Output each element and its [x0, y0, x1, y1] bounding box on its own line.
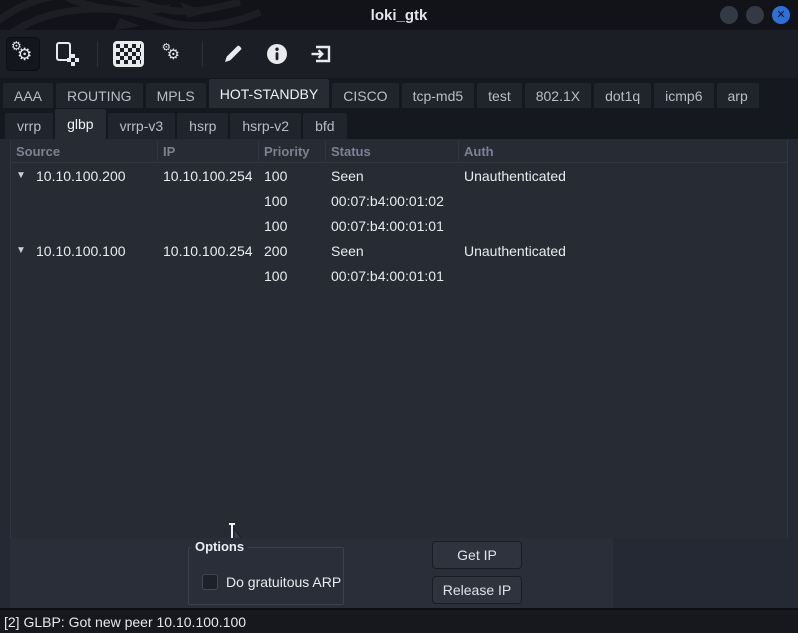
cell-priority: 100 — [259, 163, 326, 188]
kali-dragon-decoration — [0, 0, 320, 30]
cell-ip — [158, 213, 259, 238]
table-row[interactable]: 100 00:07:b4:00:01:02 — [11, 188, 787, 213]
tab-arp[interactable]: arp — [717, 83, 759, 108]
gratuitous-arp-row: Do gratuitous ARP — [202, 574, 341, 590]
app-window: loki_gtk ✕ ⚙ ⚙ ⚙ ⚙ — [0, 0, 798, 633]
tab-vrrp-v3[interactable]: vrrp-v3 — [108, 113, 176, 139]
expander-icon[interactable]: ▼ — [15, 245, 27, 256]
toolbar: ⚙ ⚙ ⚙ ⚙ — [0, 30, 798, 78]
cell-priority: 100 — [259, 263, 326, 288]
tab-8021x[interactable]: 802.1X — [525, 83, 591, 108]
cell-priority: 100 — [259, 213, 326, 238]
release-ip-button[interactable]: Release IP — [432, 576, 522, 604]
tab-vrrp[interactable]: vrrp — [5, 113, 53, 139]
gratuitous-arp-label: Do gratuitous ARP — [226, 574, 341, 590]
tab-glbp[interactable]: glbp — [55, 109, 105, 139]
options-frame-label: Options — [191, 539, 248, 554]
cell-auth — [459, 263, 787, 288]
bottom-panel-inner: Options Do gratuitous ARP Get IP Release… — [10, 538, 613, 608]
column-header-priority[interactable]: Priority — [259, 140, 326, 162]
cell-source: 10.10.100.100 — [36, 243, 126, 259]
cell-ip — [158, 188, 259, 213]
about-button[interactable] — [260, 37, 294, 71]
tab-bfd[interactable]: bfd — [303, 113, 346, 139]
tab-test[interactable]: test — [477, 83, 522, 108]
table-header: Source IP Priority Status Auth — [11, 140, 787, 163]
glbp-page: Source IP Priority Status Auth ▼ 10.10.1… — [0, 139, 798, 538]
window-controls: ✕ — [720, 0, 790, 30]
toolbar-separator — [202, 41, 203, 67]
cell-status: Seen — [326, 238, 459, 263]
cell-ip: 10.10.100.254 — [158, 163, 259, 188]
tab-hsrp-v2[interactable]: hsrp-v2 — [230, 113, 301, 139]
cell-ip: 10.10.100.254 — [158, 238, 259, 263]
bottom-panel: Options Do gratuitous ARP Get IP Release… — [0, 538, 798, 608]
gears-icon: ⚙ ⚙ — [161, 43, 183, 65]
cell-status: 00:07:b4:00:01:01 — [326, 263, 459, 288]
table-row[interactable]: 100 00:07:b4:00:01:01 — [11, 263, 787, 288]
cell-auth — [459, 188, 787, 213]
titlebar[interactable]: loki_gtk ✕ — [0, 0, 798, 30]
tab-aaa[interactable]: AAA — [3, 83, 53, 108]
copy-button[interactable] — [50, 37, 84, 71]
gears-icon: ⚙ ⚙ — [10, 41, 36, 67]
cell-auth: Unauthenticated — [459, 163, 787, 188]
tab-cisco[interactable]: CISCO — [332, 83, 398, 108]
cell-status: 00:07:b4:00:01:02 — [326, 188, 459, 213]
run-button[interactable]: ⚙ ⚙ — [6, 37, 40, 71]
column-header-auth[interactable]: Auth — [459, 140, 787, 162]
table-row[interactable]: ▼ 10.10.100.200 10.10.100.254 100 Seen U… — [11, 163, 787, 188]
cell-status: Seen — [326, 163, 459, 188]
cell-priority: 100 — [259, 188, 326, 213]
cell-status: 00:07:b4:00:01:01 — [326, 213, 459, 238]
get-ip-button[interactable]: Get IP — [432, 541, 522, 569]
column-header-ip[interactable]: IP — [158, 140, 259, 162]
cell-source: 10.10.100.200 — [36, 168, 126, 184]
pencil-icon — [221, 42, 245, 66]
statusbar-message: [2] GLBP: Got new peer 10.10.100.100 — [4, 614, 246, 630]
expander-icon[interactable]: ▼ — [15, 170, 27, 181]
tab-hot-standby[interactable]: HOT-STANDBY — [209, 79, 330, 108]
column-header-source[interactable]: Source — [11, 140, 158, 162]
toolbar-separator — [97, 41, 98, 67]
close-button[interactable]: ✕ — [772, 6, 790, 24]
ip-action-buttons: Get IP Release IP — [432, 541, 522, 604]
hot-standby-tabbar: vrrp glbp vrrp-v3 hsrp hsrp-v2 bfd — [0, 108, 798, 139]
missing-image-icon — [113, 41, 144, 67]
exit-icon — [309, 42, 333, 66]
tab-hsrp[interactable]: hsrp — [177, 113, 228, 139]
gratuitous-arp-checkbox[interactable] — [202, 574, 218, 590]
tab-mpls[interactable]: MPLS — [146, 83, 206, 108]
protocol-tabbar: AAA ROUTING MPLS HOT-STANDBY CISCO tcp-m… — [0, 78, 798, 108]
edit-button[interactable] — [216, 37, 250, 71]
quit-button[interactable] — [304, 37, 338, 71]
table-row[interactable]: 100 00:07:b4:00:01:01 — [11, 213, 787, 238]
tab-dot1q[interactable]: dot1q — [594, 83, 651, 108]
info-icon — [265, 42, 289, 66]
cell-auth: Unauthenticated — [459, 238, 787, 263]
preferences-button[interactable]: ⚙ ⚙ — [155, 37, 189, 71]
statusbar: [2] GLBP: Got new peer 10.10.100.100 — [0, 608, 798, 633]
open-button[interactable] — [111, 37, 145, 71]
cell-ip — [158, 263, 259, 288]
minimize-button[interactable] — [720, 6, 738, 24]
window-title: loki_gtk — [371, 7, 428, 24]
table-row[interactable]: ▼ 10.10.100.100 10.10.100.254 200 Seen U… — [11, 238, 787, 263]
maximize-button[interactable] — [746, 6, 764, 24]
tab-tcp-md5[interactable]: tcp-md5 — [402, 83, 475, 108]
glbp-treeview[interactable]: Source IP Priority Status Auth ▼ 10.10.1… — [10, 140, 788, 538]
tab-routing[interactable]: ROUTING — [56, 83, 143, 108]
tab-icmp6[interactable]: icmp6 — [654, 83, 713, 108]
cell-auth — [459, 213, 787, 238]
cell-priority: 200 — [259, 238, 326, 263]
missing-copy-icon — [55, 41, 79, 67]
options-frame: Options Do gratuitous ARP — [188, 547, 344, 605]
column-header-status[interactable]: Status — [326, 140, 459, 162]
